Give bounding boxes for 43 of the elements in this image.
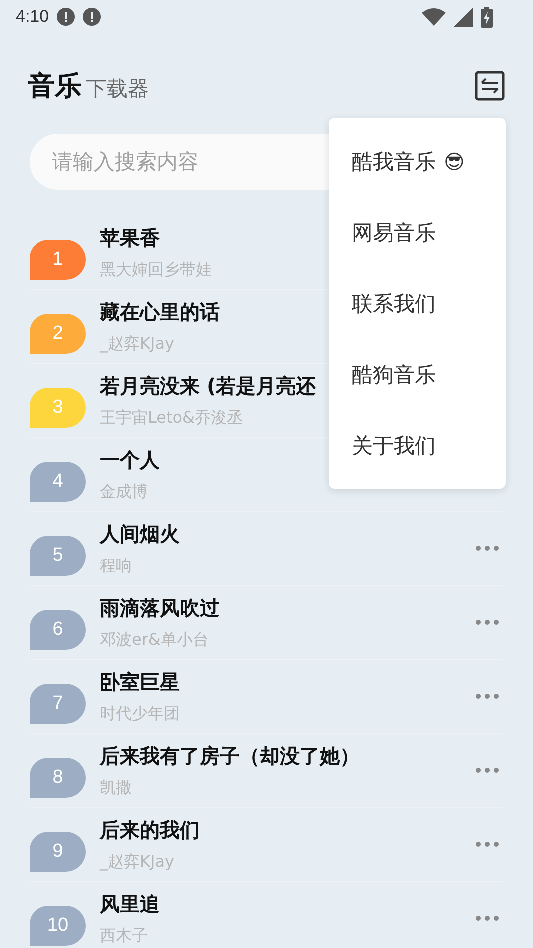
signal-icon xyxy=(454,8,473,26)
notification-icon xyxy=(83,8,102,26)
wifi-icon xyxy=(422,8,446,26)
song-title: 风里追 xyxy=(100,890,160,918)
rank-badge: 5 xyxy=(30,536,86,576)
song-title: 一个人 xyxy=(100,446,160,474)
song-title: 后来我有了房子（却没了她） xyxy=(100,742,360,770)
menu-item[interactable]: 酷狗音乐 xyxy=(329,346,506,402)
rank-badge: 1 xyxy=(30,240,86,280)
artist-name: 金成博 xyxy=(100,482,148,502)
notification-icon xyxy=(57,8,76,26)
artist-name: 时代少年团 xyxy=(100,704,180,724)
rank-badge: 2 xyxy=(30,314,86,354)
menu-item[interactable]: 网易音乐 xyxy=(329,204,506,260)
menu-item[interactable]: 关于我们 xyxy=(329,418,506,474)
app-subtitle: 下载器 xyxy=(86,76,149,103)
switch-icon[interactable] xyxy=(475,71,505,101)
song-title: 后来的我们 xyxy=(100,816,200,844)
artist-name: 邓波er&单小台 xyxy=(100,630,209,650)
artist-name: 黑大婶回乡带娃 xyxy=(100,260,212,280)
artist-name: 王宇宙Leto&乔浚丞 xyxy=(100,408,244,428)
rank-badge: 8 xyxy=(30,758,86,798)
rank-badge: 6 xyxy=(30,610,86,650)
rank-badge: 10 xyxy=(30,906,86,946)
song-title: 雨滴落风吹过 xyxy=(100,594,220,622)
artist-name: _赵弈KJay xyxy=(100,852,174,872)
artist-name: _赵弈KJay xyxy=(100,334,174,354)
rank-badge: 4 xyxy=(30,462,86,502)
menu-item[interactable]: 联系我们 xyxy=(329,276,506,332)
artist-name: 程响 xyxy=(100,556,132,576)
app-title: 音乐 xyxy=(28,70,82,104)
artist-name: 西木子 xyxy=(100,926,148,946)
song-title: 卧室巨星 xyxy=(100,668,180,696)
song-title: 苹果香 xyxy=(100,224,160,252)
song-title: 人间烟火 xyxy=(100,520,180,548)
rank-badge: 3 xyxy=(30,388,86,428)
rank-badge: 9 xyxy=(30,832,86,872)
artist-name: 凯撒 xyxy=(100,778,132,798)
status-time: 4:10 xyxy=(16,7,50,27)
song-title: 若月亮没来 (若是月亮还 xyxy=(100,372,316,400)
rank-badge: 7 xyxy=(30,684,86,724)
song-title: 藏在心里的话 xyxy=(100,298,220,326)
battery-icon xyxy=(481,6,493,28)
